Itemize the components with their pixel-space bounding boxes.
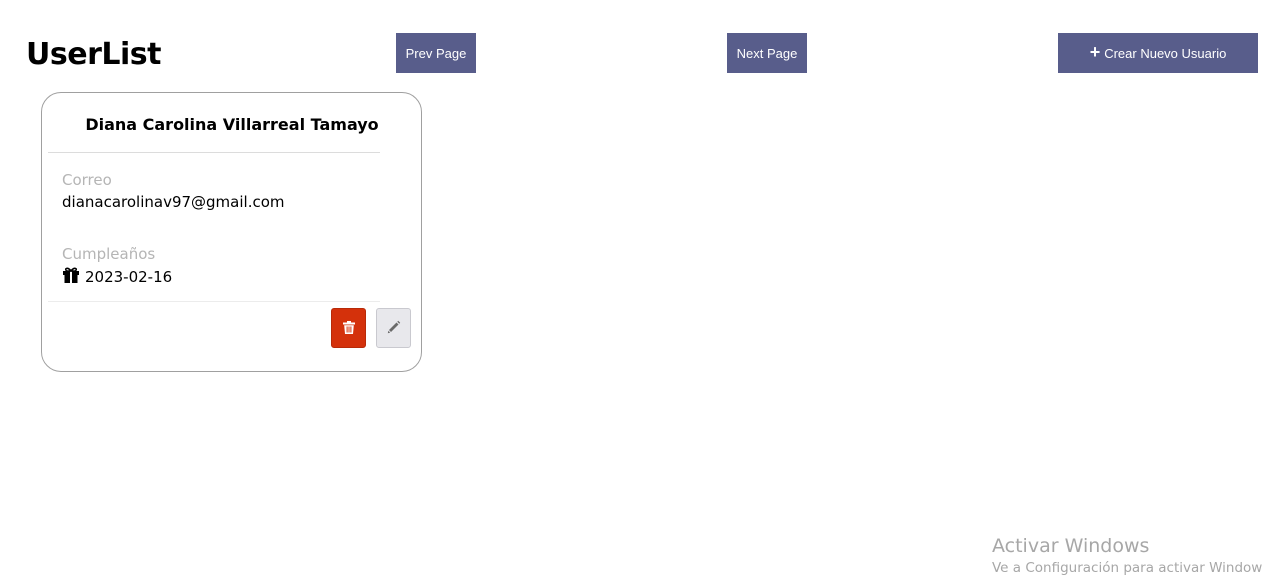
prev-page-button[interactable]: Prev Page	[396, 33, 476, 73]
card-divider-bottom	[48, 301, 380, 302]
card-divider	[48, 152, 380, 153]
windows-activation-watermark: Activar Windows Ve a Configuración para …	[992, 534, 1263, 578]
edit-user-button[interactable]	[376, 308, 411, 348]
watermark-subtitle: Ve a Configuración para activar Windows	[992, 560, 1263, 576]
birthday-text: 2023-02-16	[85, 268, 173, 286]
trash-icon	[342, 319, 355, 338]
page-title: UserList	[26, 37, 161, 72]
birthday-value: 2023-02-16	[62, 266, 172, 288]
email-label: Correo	[62, 171, 112, 189]
create-user-button[interactable]: + Crear Nuevo Usuario	[1058, 33, 1258, 73]
plus-icon: +	[1089, 42, 1101, 62]
watermark-title: Activar Windows	[992, 535, 1150, 557]
pencil-icon	[387, 319, 401, 338]
user-list-page: UserList Prev Page Next Page + Crear Nue…	[0, 0, 1263, 587]
email-text: dianacarolinav97@gmail.com	[62, 193, 285, 211]
birthday-label: Cumpleaños	[62, 245, 156, 263]
email-value: dianacarolinav97@gmail.com	[62, 193, 285, 211]
next-page-button[interactable]: Next Page	[727, 33, 807, 73]
create-user-label: Crear Nuevo Usuario	[1104, 45, 1227, 61]
gift-icon	[62, 266, 80, 288]
user-card: Diana Carolina Villarreal Tamayo Correo …	[41, 92, 422, 372]
delete-user-button[interactable]	[331, 308, 366, 348]
user-name: Diana Carolina Villarreal Tamayo	[85, 115, 379, 134]
